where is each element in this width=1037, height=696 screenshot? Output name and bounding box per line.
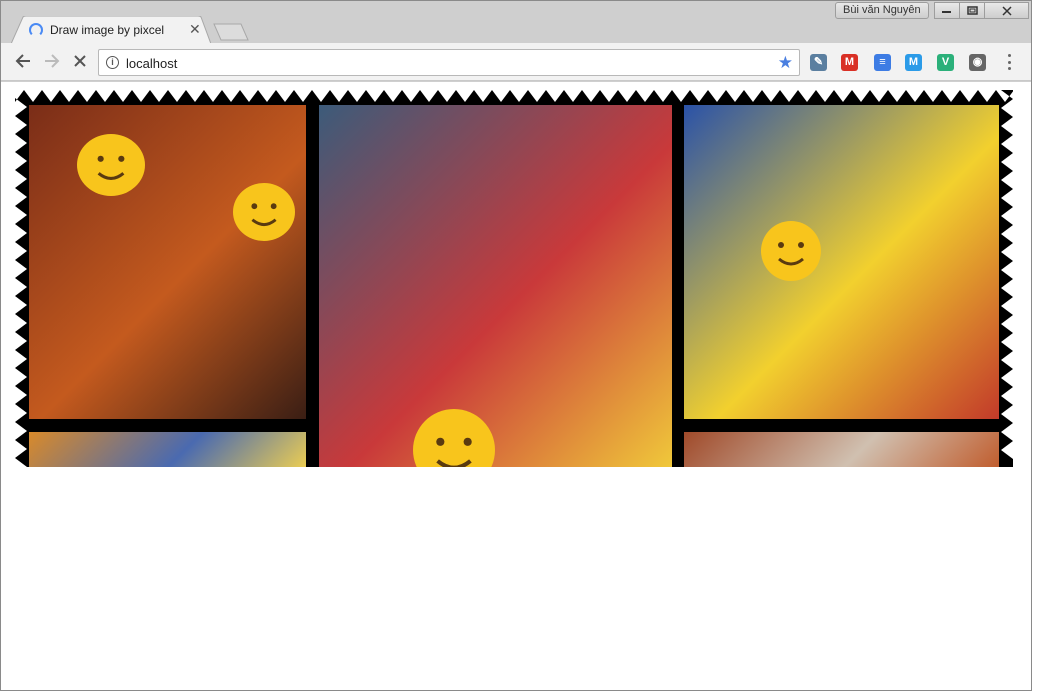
back-arrow-icon	[15, 54, 30, 68]
profile-name-button[interactable]: Bùi văn Nguyên	[835, 2, 929, 19]
eyedropper-icon[interactable]: ✎	[810, 54, 827, 71]
title-bar: Bùi văn Nguyên Draw image by pixcel ✕	[1, 1, 1031, 44]
new-tab-button[interactable]	[213, 23, 249, 41]
google-docs-icon[interactable]: ≡	[874, 54, 891, 71]
photo-inflatable-slide	[684, 105, 999, 419]
close-icon	[1001, 5, 1012, 16]
maximize-button[interactable]	[959, 2, 985, 19]
back-button[interactable]	[12, 52, 34, 74]
tab-title: Draw image by pixcel	[50, 23, 165, 37]
star-icon[interactable]: ★	[778, 53, 793, 73]
restore-icon	[966, 6, 978, 15]
minimize-icon	[942, 10, 951, 13]
tab-active[interactable]: Draw image by pixcel ✕	[11, 16, 211, 44]
forward-button[interactable]	[41, 52, 63, 74]
page-viewport	[1, 82, 1031, 690]
emoji-face-icon	[233, 183, 295, 241]
photo-bottom-left	[29, 432, 306, 467]
address-bar[interactable]: i localhost ★	[98, 49, 800, 76]
photo-canvas	[15, 90, 1013, 467]
info-icon[interactable]: i	[106, 56, 119, 69]
stop-button[interactable]	[69, 52, 91, 74]
emoji-face-icon	[77, 134, 145, 196]
tab-close-icon[interactable]: ✕	[189, 21, 201, 38]
maps-m-icon[interactable]: M	[905, 54, 922, 71]
photo-play-structure	[319, 105, 672, 467]
photo-bottom-right	[684, 432, 999, 467]
close-window-button[interactable]	[984, 2, 1029, 19]
emoji-face-icon	[413, 409, 495, 467]
browser-window: Bùi văn Nguyên Draw image by pixcel ✕ i …	[0, 0, 1032, 691]
gmail-icon[interactable]: M	[841, 54, 858, 71]
forward-arrow-icon	[45, 54, 60, 68]
loading-spinner-icon	[29, 23, 43, 37]
url-text[interactable]: localhost	[126, 56, 177, 71]
vue-v-icon[interactable]: V	[937, 54, 954, 71]
emoji-face-icon	[761, 221, 821, 281]
more-vert-icon[interactable]	[1006, 54, 1012, 70]
lightbulb-icon[interactable]: ◉	[969, 54, 986, 71]
minimize-button[interactable]	[934, 2, 960, 19]
photo-kids-pumpkins	[29, 105, 306, 419]
stop-loading-icon	[74, 55, 86, 67]
browser-toolbar: i localhost ★ ✎ M ≡ M V ◉	[1, 43, 1031, 81]
window-controls	[934, 2, 1029, 19]
